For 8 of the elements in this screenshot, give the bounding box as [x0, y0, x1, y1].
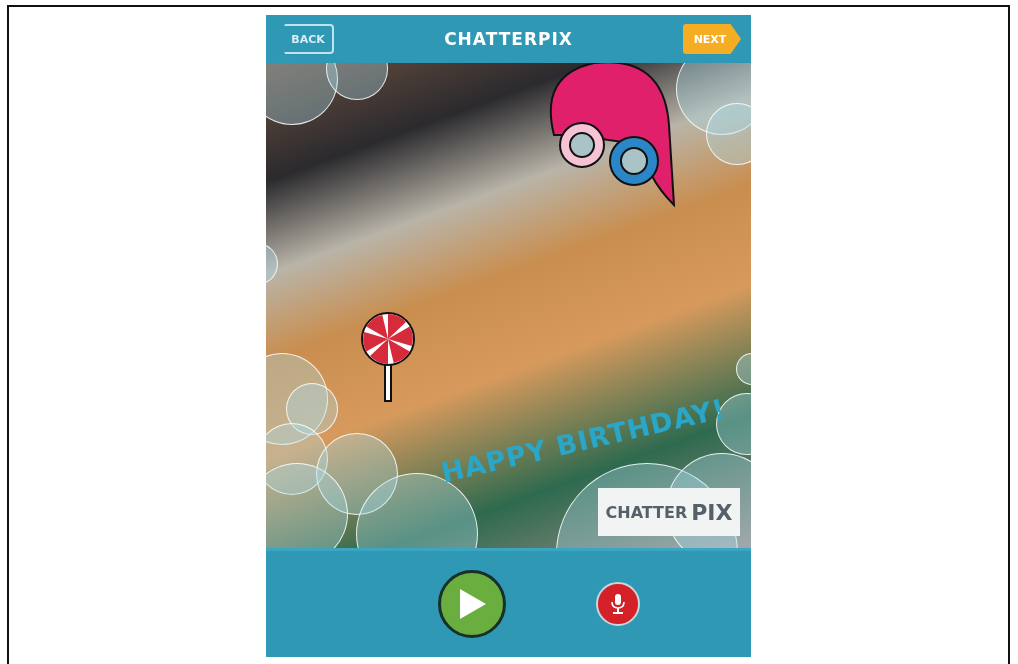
record-button[interactable] [595, 582, 640, 626]
microphone-icon [610, 594, 625, 614]
lollipop-icon [360, 311, 416, 403]
stamp-text: PIX [691, 499, 733, 525]
play-icon [457, 589, 486, 619]
next-button[interactable]: NEXT [683, 24, 741, 54]
stamp-text: CHATTER [605, 502, 688, 522]
app-title: CHATTERPIX [444, 29, 573, 49]
